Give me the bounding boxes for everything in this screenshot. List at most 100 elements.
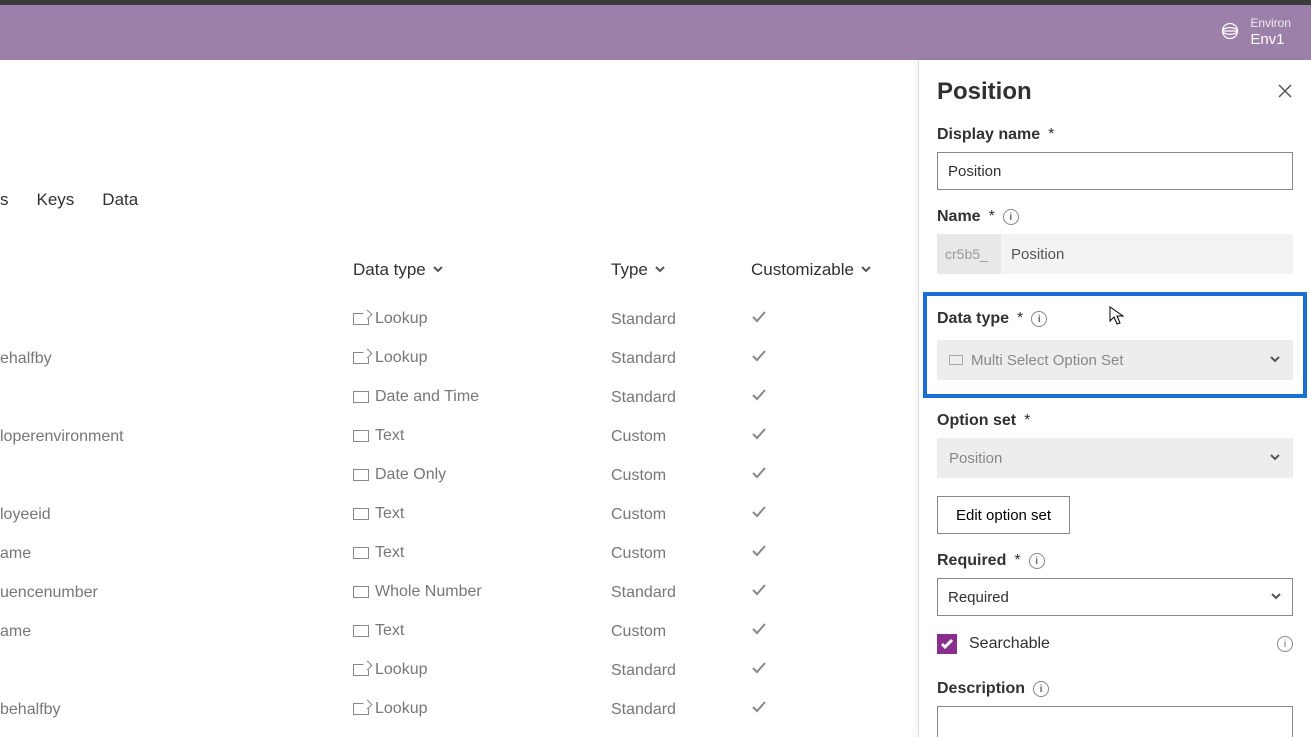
field-type-cell: Standard xyxy=(611,701,751,719)
table-row[interactable]: loperenvironmentTextCustom xyxy=(0,417,918,456)
field-name-cell: ame xyxy=(0,623,353,641)
main-content: s Keys Data Data type Type Customizable … xyxy=(0,60,918,737)
field-name-cell: loyeeid xyxy=(0,506,353,524)
table-row[interactable]: uencenumberWhole NumberStandard xyxy=(0,573,918,612)
display-name-label: Display name* xyxy=(937,126,1293,144)
datatype-icon xyxy=(353,625,369,637)
app-header: Environ Env1 xyxy=(0,5,1311,60)
environment-name: Env1 xyxy=(1250,31,1291,49)
datatype-icon xyxy=(353,547,369,559)
display-name-input[interactable] xyxy=(937,152,1293,190)
datatype-icon xyxy=(353,313,369,325)
datatype-icon xyxy=(353,664,369,676)
name-prefix: cr5b5_ xyxy=(937,234,1001,274)
field-datatype-cell: Text xyxy=(353,622,404,640)
name-label: Name* i xyxy=(937,208,1293,226)
field-type-cell: Custom xyxy=(611,506,751,524)
field-datatype-cell: Text xyxy=(353,505,404,523)
datatype-icon xyxy=(353,508,369,520)
info-icon[interactable]: i xyxy=(1031,311,1047,327)
datatype-icon xyxy=(353,586,369,598)
check-icon xyxy=(751,662,767,679)
check-icon xyxy=(751,311,767,328)
check-icon xyxy=(751,389,767,406)
environment-picker[interactable]: Environ Env1 xyxy=(1220,16,1291,48)
field-type-cell: Standard xyxy=(611,662,751,680)
field-name-cell: behalfby xyxy=(0,701,353,719)
chevron-down-icon xyxy=(432,260,444,280)
table-row[interactable]: ehalfbyLookup Standard xyxy=(0,339,918,378)
tab-partial[interactable]: s xyxy=(0,190,9,210)
entity-tabs: s Keys Data xyxy=(0,190,918,210)
check-icon xyxy=(751,701,767,718)
table-header-row: Data type Type Customizable xyxy=(0,260,918,280)
data-type-label: Data type* i xyxy=(937,310,1293,328)
datatype-icon xyxy=(353,430,369,442)
table-row[interactable]: ameText Custom xyxy=(0,612,918,651)
table-row[interactable]: Date and TimeStandard xyxy=(0,378,918,417)
info-icon[interactable]: i xyxy=(1003,209,1019,225)
chevron-down-icon xyxy=(1269,352,1281,369)
field-type-cell: Custom xyxy=(611,623,751,641)
field-datatype-cell: Lookup xyxy=(353,700,428,718)
column-header-type[interactable]: Type xyxy=(611,260,666,280)
field-type-cell: Standard xyxy=(611,311,751,329)
info-icon[interactable]: i xyxy=(1029,553,1045,569)
close-icon[interactable] xyxy=(1277,83,1293,102)
datatype-icon xyxy=(353,703,369,715)
field-properties-panel: Position Display name* Name* i cr5b5_ Po… xyxy=(918,60,1311,737)
column-header-data-type[interactable]: Data type xyxy=(353,260,444,280)
environment-label: Environ xyxy=(1250,16,1291,30)
chevron-down-icon xyxy=(1269,450,1281,467)
field-name-cell: uencenumber xyxy=(0,584,353,602)
data-type-select: Multi Select Option Set xyxy=(937,340,1293,380)
field-datatype-cell: Whole Number xyxy=(353,583,482,601)
field-type-cell: Standard xyxy=(611,389,751,407)
check-icon xyxy=(751,350,767,367)
check-icon xyxy=(751,428,767,445)
field-datatype-cell: Lookup xyxy=(353,349,428,367)
check-icon xyxy=(751,467,767,484)
option-set-label: Option set* xyxy=(937,412,1293,430)
chevron-down-icon xyxy=(654,260,666,280)
field-datatype-cell: Lookup xyxy=(353,661,428,679)
required-label: Required* i xyxy=(937,552,1293,570)
chevron-down-icon xyxy=(860,260,872,280)
edit-option-set-button[interactable]: Edit option set xyxy=(937,496,1070,534)
field-type-cell: Standard xyxy=(611,350,751,368)
table-row[interactable]: Lookup Standard xyxy=(0,300,918,339)
table-row[interactable]: ameTextCustom xyxy=(0,534,918,573)
field-name-cell: ame xyxy=(0,545,353,563)
field-name-cell: ehalfby xyxy=(0,350,353,368)
table-row[interactable]: Date OnlyCustom xyxy=(0,456,918,495)
searchable-checkbox[interactable] xyxy=(937,634,957,654)
data-type-highlight: Data type* i Multi Select Option Set xyxy=(923,292,1307,398)
table-row[interactable]: Lookup Standard xyxy=(0,651,918,690)
panel-title: Position xyxy=(937,78,1032,106)
datatype-icon xyxy=(353,352,369,364)
option-set-icon xyxy=(949,355,963,365)
info-icon[interactable]: i xyxy=(1277,636,1293,652)
table-row[interactable]: loyeeidText Custom xyxy=(0,495,918,534)
check-icon xyxy=(751,623,767,640)
check-icon xyxy=(751,545,767,562)
name-value: Position xyxy=(1001,234,1293,274)
chevron-down-icon xyxy=(1270,589,1282,606)
description-textarea[interactable] xyxy=(937,706,1293,737)
table-row[interactable]: behalfbyLookup Standard xyxy=(0,690,918,729)
check-icon xyxy=(751,506,767,523)
option-set-select[interactable]: Position xyxy=(937,438,1293,478)
column-header-customizable[interactable]: Customizable xyxy=(751,260,872,280)
field-datatype-cell: Text xyxy=(353,544,404,562)
check-icon xyxy=(751,584,767,601)
description-label: Description i xyxy=(937,680,1293,698)
info-icon[interactable]: i xyxy=(1033,681,1049,697)
field-datatype-cell: Lookup xyxy=(353,310,428,328)
fields-table: Data type Type Customizable Lookup Standa… xyxy=(0,260,918,729)
required-select[interactable]: Required xyxy=(937,578,1293,616)
environment-icon xyxy=(1220,21,1240,44)
tab-keys[interactable]: Keys xyxy=(37,190,75,210)
datatype-icon xyxy=(353,469,369,481)
tab-data[interactable]: Data xyxy=(102,190,138,210)
field-type-cell: Custom xyxy=(611,467,751,485)
